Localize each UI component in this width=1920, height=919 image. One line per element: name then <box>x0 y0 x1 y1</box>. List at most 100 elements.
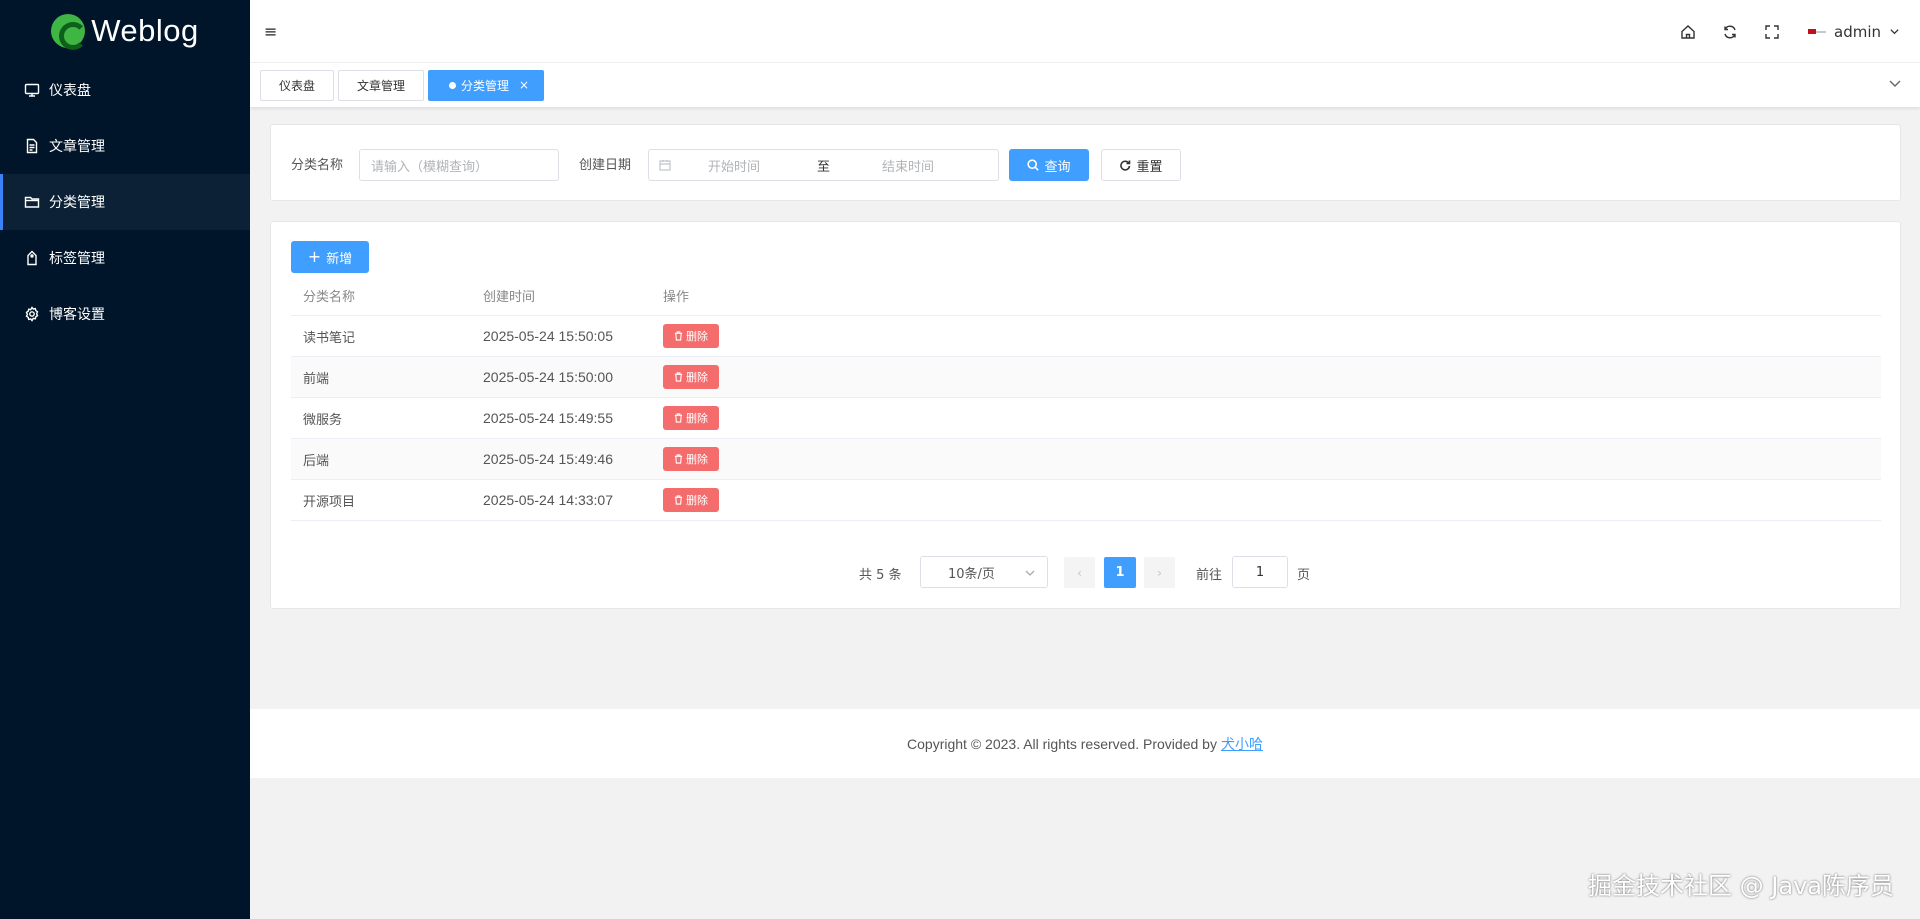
category-name-input[interactable]: 请输入（模糊查询） <box>359 149 559 181</box>
refresh-icon <box>1120 160 1131 171</box>
category-table: 分类名称 创建时间 操作 读书笔记 2025-05-24 15:50:05 删除 前端… <box>291 276 1881 521</box>
tab-articles[interactable]: 文章管理 <box>338 69 425 101</box>
table-row: 读书笔记 2025-05-24 15:50:05 删除 <box>291 316 1881 357</box>
delete-button[interactable]: 删除 <box>663 324 719 348</box>
sidebar-item-dashboard[interactable]: 仪表盘 <box>0 62 250 118</box>
trash-icon <box>674 413 683 423</box>
trash-icon <box>674 495 683 505</box>
delete-button-label: 删除 <box>686 494 708 507</box>
delete-button[interactable]: 删除 <box>663 447 719 471</box>
goto-page-input[interactable]: 1 <box>1232 556 1288 588</box>
tab-dashboard[interactable]: 仪表盘 <box>260 69 335 101</box>
delete-button[interactable]: 删除 <box>663 406 719 430</box>
tag-icon <box>27 250 37 266</box>
plus-icon: + <box>307 247 322 266</box>
page-size-value: 10条/页 <box>948 566 995 582</box>
table-row: 开源项目 2025-05-24 14:33:07 删除 <box>291 480 1881 521</box>
goto-label: 前往 <box>1196 568 1223 583</box>
actions-cell: 删除 <box>651 447 1881 471</box>
user-menu[interactable]: admin <box>1806 23 1900 41</box>
logo-icon <box>51 14 88 50</box>
sidebar-item-label: 博客设置 <box>49 307 105 323</box>
table-header: 分类名称 创建时间 操作 <box>291 276 1881 316</box>
top-header: ≡ admin <box>250 0 1920 63</box>
sidebar-menu: 仪表盘 文章管理 分类管理 标签管理 博客设置 <box>0 62 250 342</box>
add-category-button[interactable]: + 新增 <box>291 241 369 273</box>
actions-cell: 删除 <box>651 488 1881 512</box>
monitor-icon <box>24 83 40 97</box>
watermark: 掘金技术社区 @ Java陈序员 <box>1588 872 1894 900</box>
fullscreen-icon[interactable] <box>1764 24 1780 40</box>
delete-button[interactable]: 删除 <box>663 365 719 389</box>
close-icon[interactable]: × <box>519 78 529 92</box>
range-separator: 至 <box>817 159 831 175</box>
tab-categories[interactable]: 分类管理 × <box>428 69 545 101</box>
table-row: 前端 2025-05-24 15:50:00 删除 <box>291 357 1881 398</box>
created-time-cell: 2025-05-24 15:50:05 <box>483 328 613 344</box>
actions-cell: 删除 <box>651 365 1881 389</box>
author-link[interactable]: 犬小哈 <box>1221 734 1263 754</box>
column-header: 分类名称 <box>303 290 356 305</box>
category-name-label: 分类名称 <box>291 158 344 173</box>
chevron-down-icon[interactable] <box>1888 76 1902 90</box>
sidebar-item-label: 文章管理 <box>49 139 105 155</box>
tab-label: 文章管理 <box>357 78 406 93</box>
page-size-select[interactable]: 10条/页 <box>920 556 1048 588</box>
delete-button[interactable]: 删除 <box>663 488 719 512</box>
sidebar-item-label: 标签管理 <box>49 251 105 267</box>
reset-button-label: 重置 <box>1136 159 1163 175</box>
add-button-label: 新增 <box>326 251 353 267</box>
start-date-input[interactable]: 开始时间 <box>708 156 760 175</box>
refresh-icon[interactable] <box>1722 24 1738 40</box>
table-row: 微服务 2025-05-24 15:49:55 删除 <box>291 398 1881 439</box>
category-list-panel: + 新增 分类名称 创建时间 操作 读书笔记 2025-05-24 15:50:0… <box>270 221 1901 609</box>
copyright-text: Copyright © 2023. All rights reserved. P… <box>907 735 1217 752</box>
home-icon[interactable] <box>1680 24 1696 40</box>
page-number-current[interactable]: 1 <box>1104 557 1136 588</box>
delete-button-label: 删除 <box>686 330 708 343</box>
sidebar-item-settings[interactable]: 博客设置 <box>0 286 250 342</box>
sidebar-item-tags[interactable]: 标签管理 <box>0 230 250 286</box>
menu-toggle-icon[interactable]: ≡ <box>264 22 278 41</box>
column-header: 操作 <box>663 290 690 305</box>
column-header: 创建时间 <box>483 290 536 305</box>
document-icon <box>26 138 38 154</box>
actions-cell: 删除 <box>651 324 1881 348</box>
sidebar-item-label: 仪表盘 <box>49 83 91 99</box>
next-page-button[interactable]: › <box>1144 557 1175 588</box>
page-suffix-label: 页 <box>1297 568 1311 583</box>
search-icon <box>1027 159 1040 171</box>
sidebar: Weblog 仪表盘 文章管理 分类管理 标签管理 博客设置 <box>0 0 250 919</box>
category-name-cell: 读书笔记 <box>303 330 356 346</box>
table-row: 后端 2025-05-24 15:49:46 删除 <box>291 439 1881 480</box>
reset-button[interactable]: 重置 <box>1101 149 1181 181</box>
created-time-cell: 2025-05-24 15:50:00 <box>483 369 613 385</box>
logo-text: Weblog <box>91 13 199 48</box>
query-button-label: 查询 <box>1044 159 1071 175</box>
username: admin <box>1834 22 1881 41</box>
category-name-cell: 前端 <box>303 371 330 387</box>
date-range-picker[interactable]: 开始时间 至 结束时间 <box>648 149 999 181</box>
sidebar-item-articles[interactable]: 文章管理 <box>0 118 250 174</box>
prev-page-button[interactable]: ‹ <box>1064 557 1095 588</box>
tab-label: 分类管理 <box>461 78 510 93</box>
created-time-cell: 2025-05-24 15:49:55 <box>483 410 613 426</box>
total-count: 共 5 条 <box>859 568 902 583</box>
query-button[interactable]: 查询 <box>1009 149 1089 181</box>
category-name-cell: 后端 <box>303 453 330 469</box>
app-logo[interactable]: Weblog <box>0 0 250 62</box>
delete-button-label: 删除 <box>686 371 708 384</box>
folder-icon <box>24 196 40 208</box>
chevron-down-icon <box>1025 570 1035 576</box>
sidebar-item-label: 分类管理 <box>49 195 105 211</box>
trash-icon <box>674 454 683 464</box>
avatar <box>1806 25 1826 39</box>
trash-icon <box>674 372 683 382</box>
tab-label: 仪表盘 <box>279 78 316 93</box>
chevron-down-icon <box>1890 29 1899 35</box>
sidebar-item-categories[interactable]: 分类管理 <box>0 174 250 230</box>
create-date-label: 创建日期 <box>579 158 632 173</box>
trash-icon <box>674 331 683 341</box>
end-date-input[interactable]: 结束时间 <box>882 156 934 175</box>
footer: Copyright © 2023. All rights reserved. P… <box>250 709 1920 778</box>
